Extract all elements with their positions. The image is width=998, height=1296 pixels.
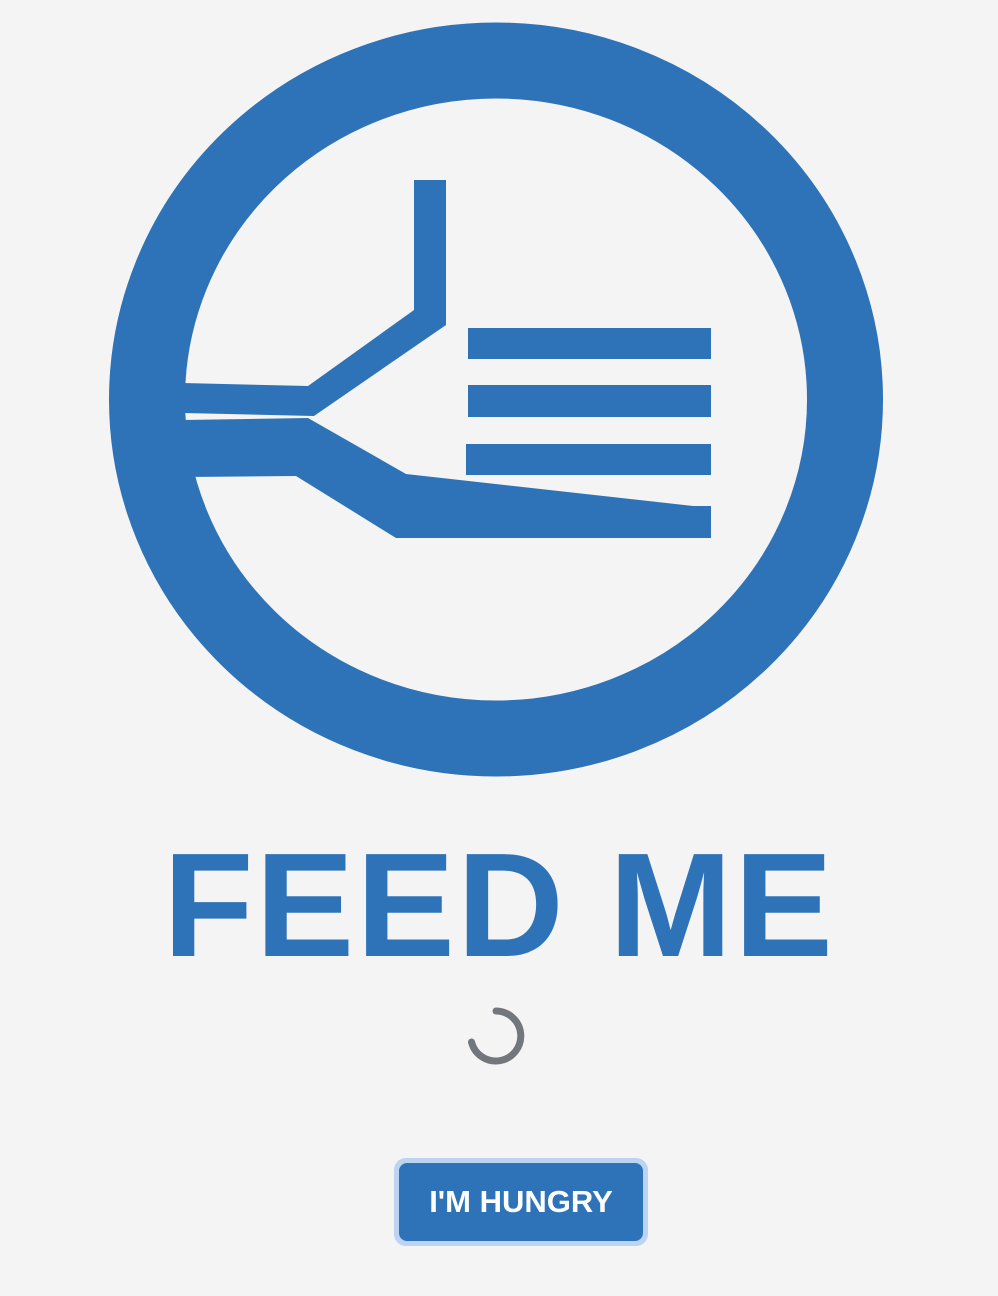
page-title: FEED ME [163, 823, 835, 988]
hungry-button-focus-ring: I'M HUNGRY [394, 1158, 648, 1246]
loading-spinner-icon [468, 1007, 525, 1065]
im-hungry-button[interactable]: I'M HUNGRY [399, 1163, 643, 1241]
fork-in-circle-icon [109, 22, 883, 777]
app-page: FEED ME I'M HUNGRY [0, 0, 998, 1296]
